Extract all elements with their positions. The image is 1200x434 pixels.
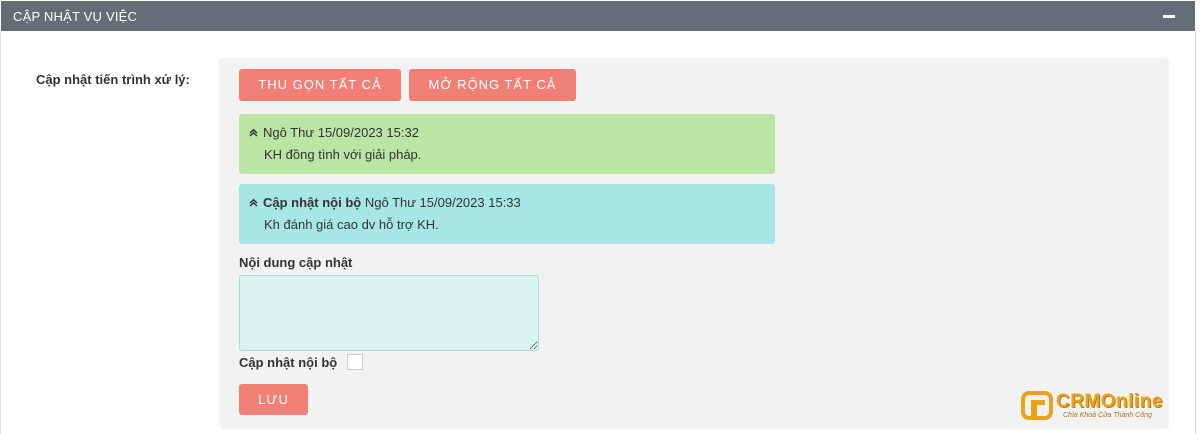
note-author-time: Ngô Thư 15/09/2023 15:32 [263, 125, 419, 140]
note-author-time: Ngô Thư 15/09/2023 15:33 [364, 195, 521, 210]
note-header[interactable]: Ngô Thư 15/09/2023 15:32 [249, 125, 419, 140]
update-content-textarea[interactable] [239, 275, 539, 351]
save-button[interactable]: LƯU [239, 384, 308, 415]
chevron-up-icon[interactable] [249, 195, 259, 210]
note-content: KH đồng tình với giải pháp. [264, 147, 422, 162]
brand-logo: CRMOnline Chìa Khoá Cửa Thành Công [1021, 390, 1166, 422]
update-content-label: Nội dung cập nhật [239, 255, 353, 270]
panel-title: CẬP NHẬT VỤ VIỆC [13, 9, 138, 24]
panel-header: CẬP NHẬT VỤ VIỆC [1, 1, 1195, 31]
internal-update-label: Cập nhật nội bộ [239, 355, 338, 370]
brand-name: CRMOnline [1056, 391, 1163, 412]
expand-all-button[interactable]: MỞ RỘNG TẤT CẢ [409, 69, 576, 101]
internal-update-checkbox[interactable] [347, 354, 363, 370]
crm-logo-icon [1021, 391, 1053, 420]
update-note-internal[interactable]: Cập nhật nội bộ Ngô Thư 15/09/2023 15:33… [239, 184, 775, 244]
brand-tagline: Chìa Khoá Cửa Thành Công [1063, 412, 1152, 419]
chevron-up-icon[interactable] [249, 125, 259, 140]
progress-label: Cập nhật tiến trình xử lý: [36, 72, 190, 87]
update-note[interactable]: Ngô Thư 15/09/2023 15:32 KH đồng tình vớ… [239, 114, 775, 174]
internal-tag: Cập nhật nội bộ [263, 195, 362, 210]
minus-icon[interactable] [1161, 10, 1177, 22]
note-content: Kh đánh giá cao dv hỗ trợ KH. [264, 217, 439, 232]
panel-border-right [1195, 31, 1196, 434]
panel-border-left [0, 31, 1, 434]
collapse-all-button[interactable]: THU GỌN TẤT CẢ [239, 69, 401, 101]
note-header[interactable]: Cập nhật nội bộ Ngô Thư 15/09/2023 15:33 [249, 195, 521, 210]
